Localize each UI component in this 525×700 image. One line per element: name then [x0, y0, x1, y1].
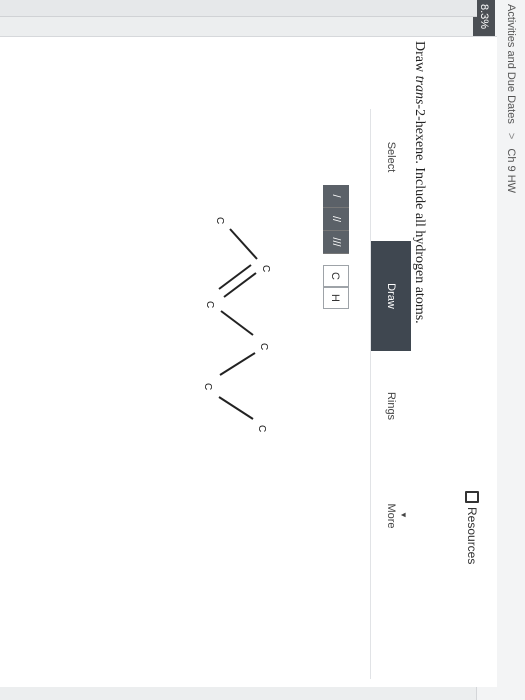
- double-bond-button[interactable]: //: [323, 208, 349, 231]
- draw-tab[interactable]: Draw: [371, 241, 411, 351]
- atom-c1: C: [214, 217, 225, 224]
- resources-label: Resources: [465, 507, 479, 565]
- page: Activities and Due Dates > Ch 9 HW 8.3% …: [0, 0, 525, 700]
- bond-c3-c4: [220, 310, 254, 336]
- bond-c2-c3-a: [223, 272, 257, 298]
- breadcrumb-current: Ch 9 HW: [505, 148, 517, 194]
- question-prefix: Draw: [412, 41, 427, 76]
- hydrogen-atom-button[interactable]: H: [323, 287, 349, 309]
- bond-c4-c5: [219, 352, 256, 376]
- more-tab[interactable]: ▼ More: [371, 461, 411, 571]
- atom-c6: C: [256, 425, 267, 432]
- more-label: More: [385, 503, 397, 529]
- breadcrumb-activities-link[interactable]: Activities and Due Dates: [505, 4, 517, 124]
- bond-c1-c2: [229, 228, 258, 260]
- rings-tab[interactable]: Rings: [371, 351, 411, 461]
- breadcrumb: Activities and Due Dates > Ch 9 HW: [505, 4, 517, 193]
- bond-c2-c3-b: [218, 264, 252, 290]
- side-panel-edge[interactable]: [0, 0, 477, 17]
- drawing-toolbar: Select Draw Rings ▼ More: [370, 109, 411, 679]
- triple-bond-button[interactable]: ///: [323, 231, 349, 254]
- question-suffix: -2-hexene. Include all hydrogen atoms.: [412, 104, 427, 324]
- drawing-canvas[interactable]: C C C C C C: [107, 207, 277, 467]
- atom-c2: C: [260, 265, 271, 272]
- document-icon: [465, 491, 479, 503]
- chevron-down-icon: ▼: [399, 511, 408, 519]
- single-bond-button[interactable]: /: [323, 185, 349, 208]
- select-tab[interactable]: Select: [371, 127, 411, 187]
- atom-c3: C: [204, 301, 215, 308]
- resources-link[interactable]: Resources: [465, 491, 479, 564]
- atom-c5: C: [202, 383, 213, 390]
- breadcrumb-separator: >: [505, 132, 517, 140]
- carbon-atom-button[interactable]: C: [323, 265, 349, 287]
- atom-c4: C: [258, 343, 269, 350]
- question-italic: trans: [412, 75, 427, 105]
- bond-c5-c6: [218, 396, 254, 420]
- molecule-drawing: C C C C C C: [202, 217, 271, 432]
- question-card: Draw trans-2-hexene. Include all hydroge…: [0, 36, 497, 687]
- question-text: Draw trans-2-hexene. Include all hydroge…: [411, 41, 427, 324]
